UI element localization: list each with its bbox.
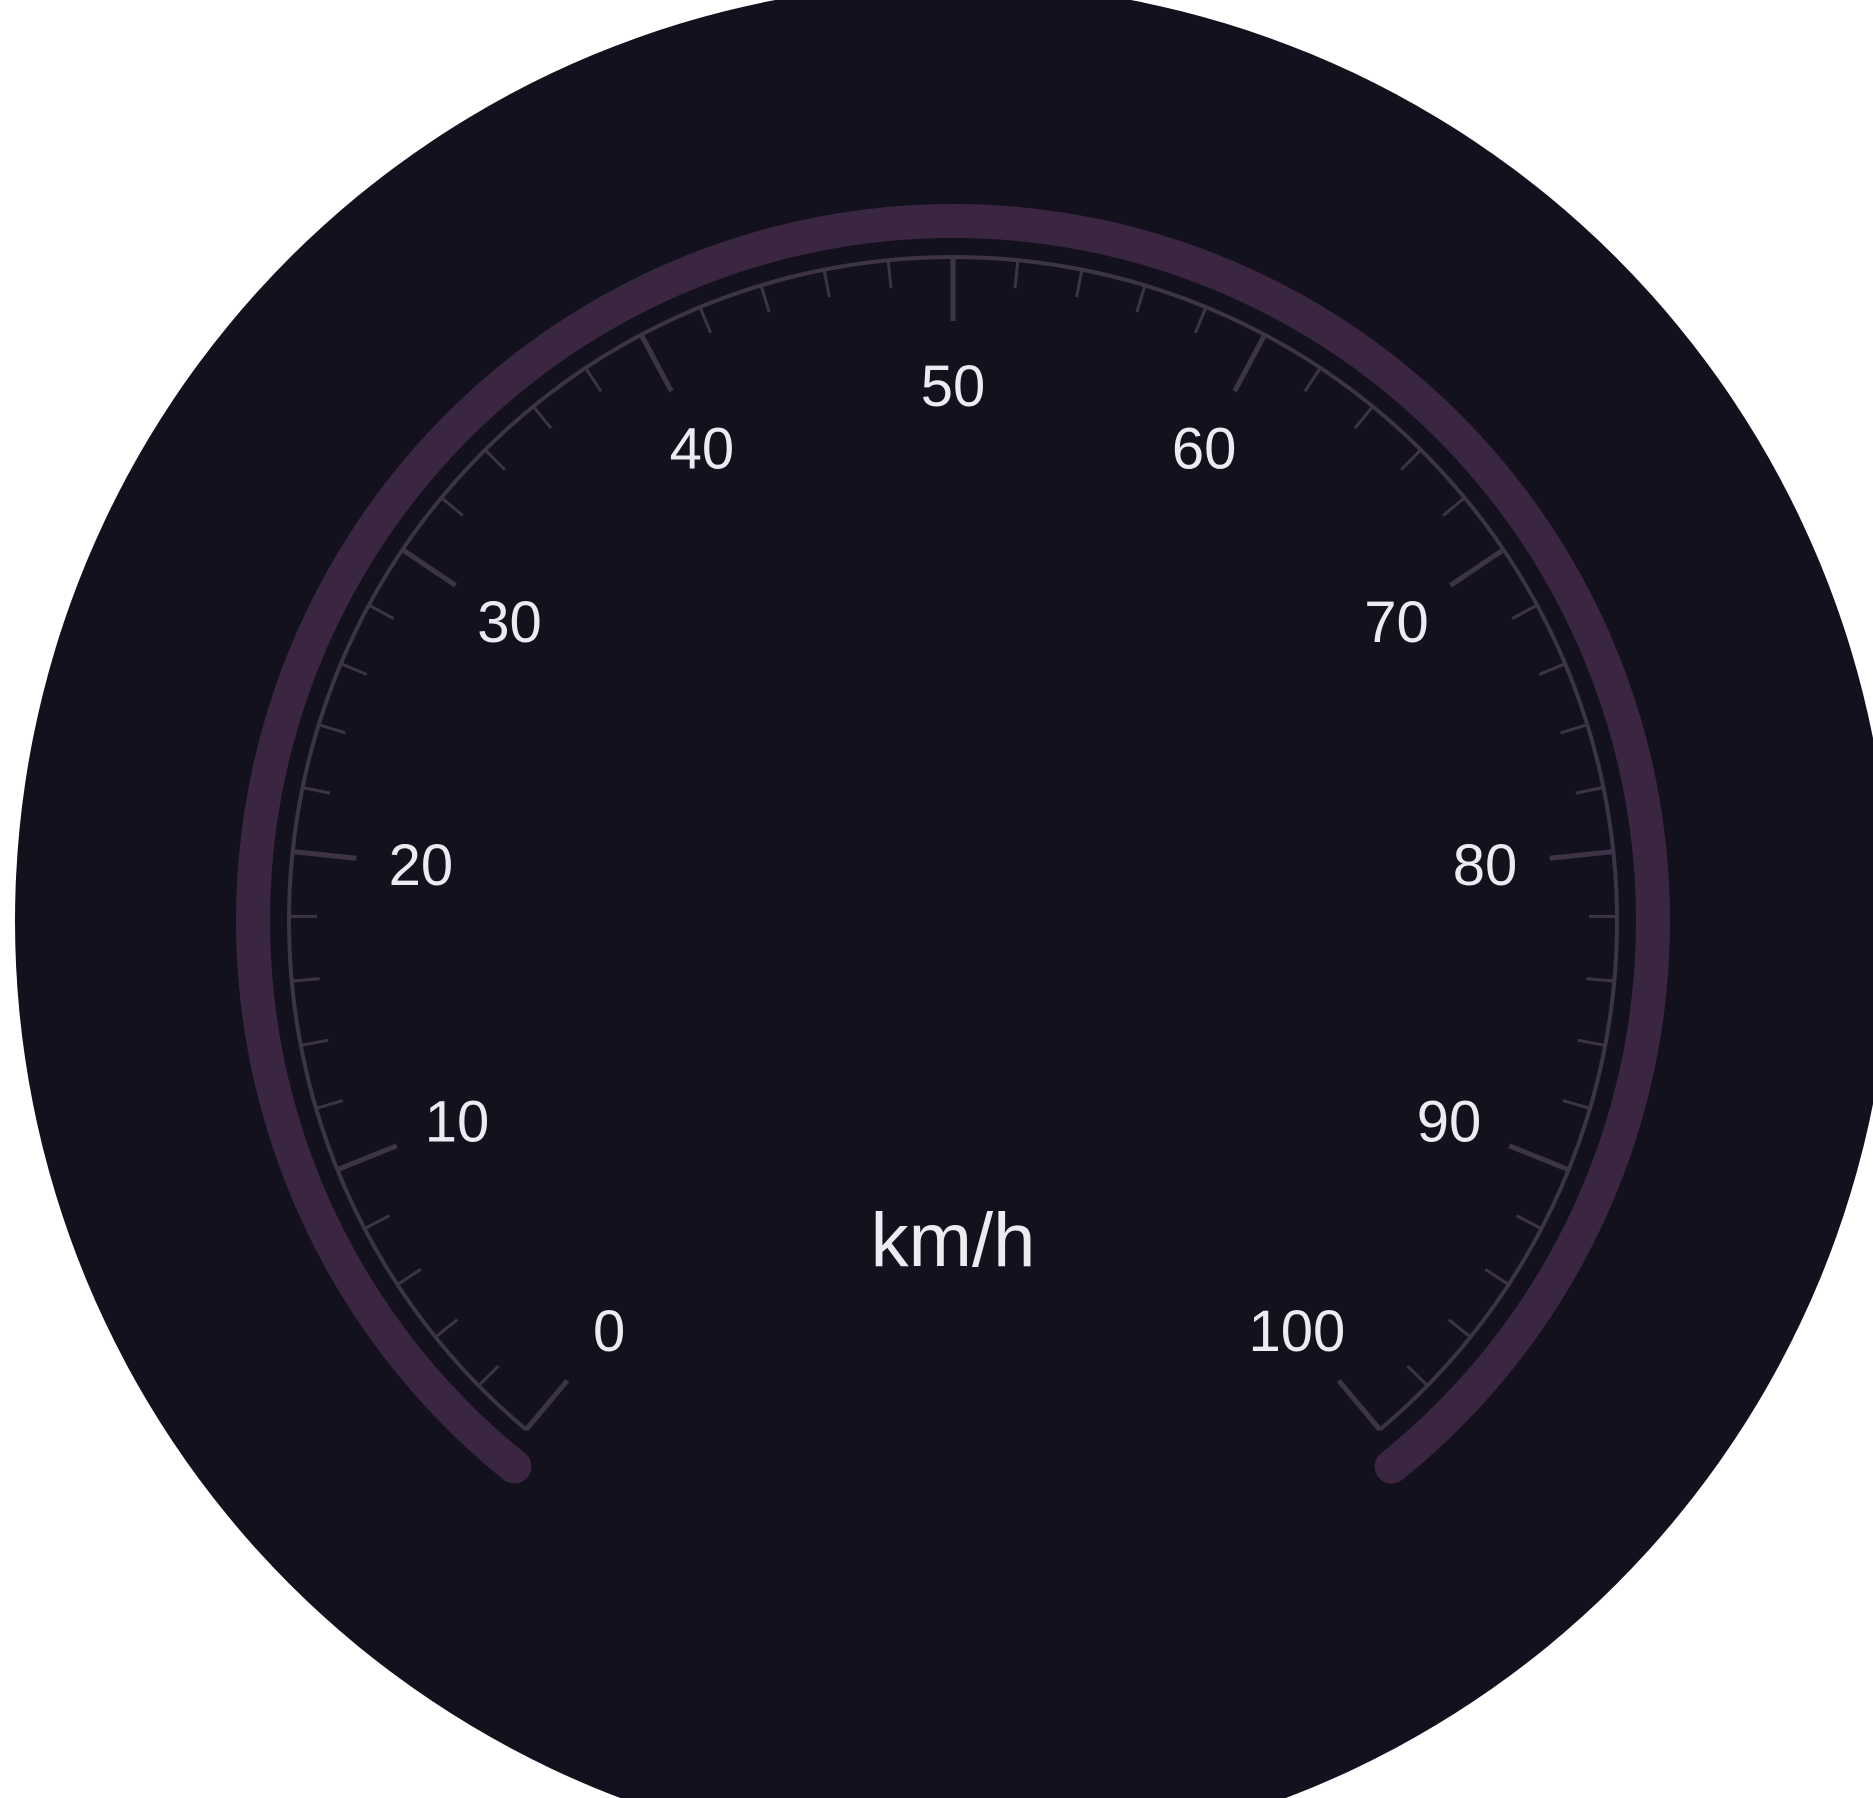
speedometer-widget: 0 10 20 30 40 50 60 70 80 90 100 km/h xyxy=(0,0,1873,1798)
scale-label-90: 90 xyxy=(1417,1089,1482,1154)
scale-label-60: 60 xyxy=(1172,417,1237,482)
unit-label: km/h xyxy=(871,1198,1036,1283)
scale-label-30: 30 xyxy=(477,590,542,655)
scale-label-10: 10 xyxy=(425,1089,490,1154)
speedometer-gauge: 0 10 20 30 40 50 60 70 80 90 100 km/h xyxy=(15,0,1873,1798)
scale-label-0: 0 xyxy=(593,1299,625,1364)
scale-label-40: 40 xyxy=(670,417,735,482)
scale-label-80: 80 xyxy=(1453,833,1518,898)
scale-label-50: 50 xyxy=(921,354,986,419)
dial-face xyxy=(15,0,1873,1798)
scale-label-70: 70 xyxy=(1364,590,1429,655)
scale-label-20: 20 xyxy=(389,833,454,898)
scale-label-100: 100 xyxy=(1248,1299,1345,1364)
